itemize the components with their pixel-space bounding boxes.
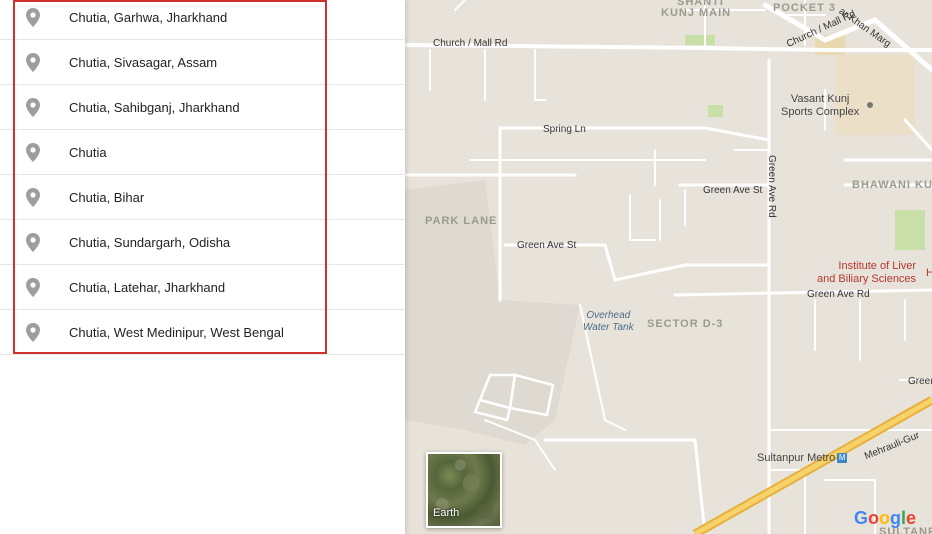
location-pin-icon [26, 323, 40, 342]
result-label: Chutia, Sahibganj, Jharkhand [69, 100, 240, 115]
map-label-h: H [926, 267, 932, 279]
result-item[interactable]: Chutia, Sivasagar, Assam [0, 40, 405, 85]
map-label-bhawani: BHAWANI KU [852, 179, 932, 191]
map-label-green-ave-st-2: Green Ave St [517, 240, 577, 251]
location-pin-icon [26, 98, 40, 117]
map-park [685, 35, 715, 45]
map-road [629, 194, 656, 241]
location-pin-icon [26, 278, 40, 297]
result-label: Chutia, Sivasagar, Assam [69, 55, 218, 70]
result-item[interactable]: Chutia, Bihar [0, 175, 405, 220]
result-item[interactable]: Chutia, Sundargarh, Odisha [0, 220, 405, 265]
result-item[interactable]: Chutia, Garhwa, Jharkhand [0, 0, 405, 40]
map-label-sector-d3: SECTOR D-3 [647, 318, 724, 330]
result-item[interactable]: Chutia, West Medinipur, West Bengal [0, 310, 405, 355]
map-road [534, 49, 546, 101]
map-park [895, 210, 925, 250]
google-logo-letter: o [867, 508, 879, 528]
location-pin-icon [26, 143, 40, 162]
google-logo-letter: g [889, 508, 901, 528]
map-road [673, 288, 932, 297]
result-item[interactable]: Chutia, Latehar, Jharkhand [0, 265, 405, 310]
map-label-water-tank: Overhead Water Tank [583, 310, 634, 333]
location-pin-icon [26, 233, 40, 252]
map-label-green-ave-rd: Green Ave Rd [807, 289, 870, 300]
google-logo-letter: o [878, 508, 890, 528]
map-area[interactable]: SHANTI KUNJ MAIN POCKET 3 ar Khan Marg C… [405, 0, 932, 534]
map-label-green-ave-rd-vertical: Green Ave Rd [766, 155, 777, 218]
sultanpur-metro-text: Sultanpur Metro [757, 452, 836, 464]
result-label: Chutia, West Medinipur, West Bengal [69, 325, 284, 340]
map-label-sultanpur-metro: Sultanpur Metro M [757, 452, 848, 465]
location-pin-icon [26, 53, 40, 72]
map-label-spring-ln: Spring Ln [543, 124, 586, 135]
google-logo-letter: G [853, 508, 868, 528]
result-label: Chutia, Bihar [69, 190, 145, 205]
earth-label: Earth [433, 507, 460, 519]
map-road [454, 0, 466, 11]
map-road [543, 438, 707, 534]
result-label: Chutia [69, 145, 107, 160]
result-item[interactable]: Chutia [0, 130, 405, 175]
result-item[interactable]: Chutia, Sahibganj, Jharkhand [0, 85, 405, 130]
result-label: Chutia, Garhwa, Jharkhand [69, 10, 228, 25]
map-label-institute: Institute of Liver and Biliary Sciences [817, 260, 917, 285]
result-label: Chutia, Sundargarh, Odisha [69, 235, 231, 250]
map-label-park-lane: PARK LANE [425, 215, 498, 227]
metro-icon: M [837, 453, 848, 464]
location-pin-icon [26, 8, 40, 27]
map-label-church-mall-rd: Church / Mall Rd [433, 38, 508, 49]
map-label-green-ave-st: Green Ave St [703, 185, 763, 196]
result-label: Chutia, Latehar, Jharkhand [69, 280, 226, 295]
map-road [498, 126, 771, 142]
google-logo: Google [854, 508, 916, 529]
map-label-green-partial: Green [908, 376, 932, 387]
location-pin-icon [26, 188, 40, 207]
earth-view-button[interactable]: Earth [426, 452, 502, 528]
map-park [708, 105, 723, 117]
google-logo-letter: e [905, 508, 916, 528]
map-label-sports-complex: Vasant Kunj Sports Complex [781, 93, 860, 118]
results-panel: Chutia, Garhwa, Jharkhand Chutia, Sivasag… [0, 0, 405, 534]
map-label-kunj-main: KUNJ MAIN [661, 7, 732, 19]
sports-complex-marker [867, 102, 873, 108]
map-label-pocket-3: POCKET 3 [773, 2, 837, 14]
